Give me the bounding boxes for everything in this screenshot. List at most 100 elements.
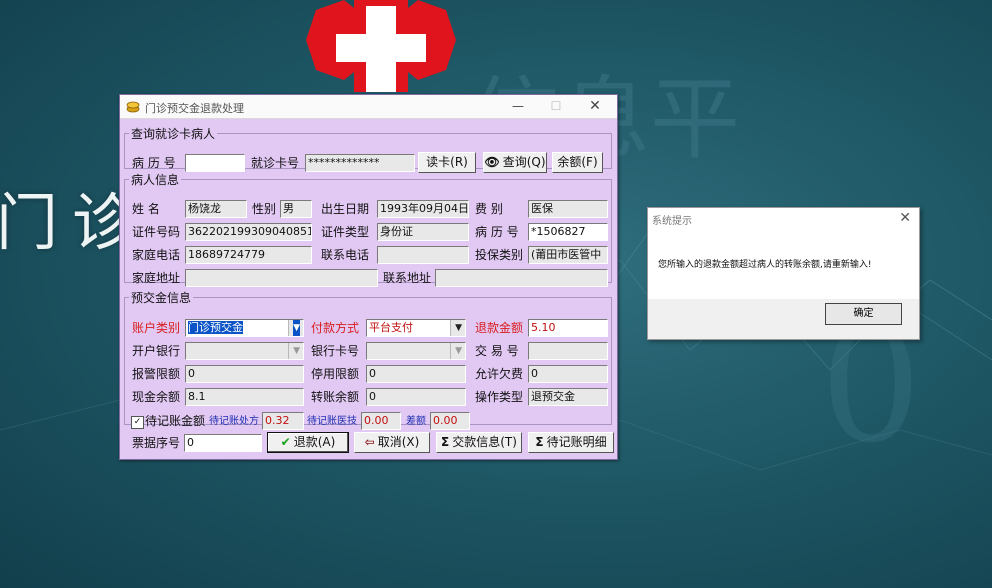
cancel-button-label: 取消(X) <box>377 435 420 449</box>
ok-button[interactable]: 确定 <box>825 303 902 325</box>
id-type-label: 证件类型 <box>321 225 370 239</box>
pending-tech-label: 待记账医技 <box>307 416 357 427</box>
bank-card-label: 银行卡号 <box>311 344 360 358</box>
balance-button[interactable]: 余额(F) <box>552 152 603 173</box>
transfer-balance-field[interactable]: 0 <box>366 388 466 406</box>
patient-info-group: 病人信息 姓 名 杨饶龙 性别 男 出生日期 1993年09月04日 费 别 医… <box>124 171 612 287</box>
account-type-select[interactable]: 门诊预交金 ▼ <box>185 319 304 337</box>
insurance-type-field[interactable]: (莆田市医管中 <box>528 246 608 264</box>
read-card-button[interactable]: 读卡(R) <box>418 152 476 173</box>
message-close-button[interactable]: ✕ <box>899 210 911 226</box>
pending-amount-label: 待记账金额 <box>145 414 206 428</box>
pay-method-select[interactable]: 平台支付 ▼ <box>366 319 466 337</box>
binoculars-icon: 👁 <box>484 155 500 169</box>
title-bar[interactable]: 门诊预交金退款处理 — ☐ ✕ <box>120 95 617 119</box>
home-address-label: 家庭地址 <box>132 271 181 285</box>
pending-amount-checkbox[interactable]: ✓ <box>131 416 144 429</box>
deposit-group-title: 预交金信息 <box>131 291 192 305</box>
minimize-button[interactable]: — <box>504 97 532 116</box>
fee-type-field[interactable]: 医保 <box>528 200 608 218</box>
card-no-label: 就诊卡号 <box>251 156 300 170</box>
system-message-dialog: 系统提示 ✕ 您所输入的退款金额超过病人的转账余额,请重新输入! 确定 <box>647 207 920 340</box>
message-text: 您所输入的退款金额超过病人的转账余额,请重新输入! <box>658 260 872 270</box>
account-type-value: 门诊预交金 <box>188 321 243 334</box>
query-card-group: 查询就诊卡病人 病 历 号 就诊卡号 ************* 读卡(R) 👁… <box>124 125 612 173</box>
contact-phone-field[interactable] <box>377 246 469 264</box>
pending-detail-button-label: 待记账明细 <box>546 435 607 449</box>
search-button-label: 查询(Q) <box>502 155 546 169</box>
receipt-no-label: 票据序号 <box>132 436 181 450</box>
query-group-title: 查询就诊卡病人 <box>131 127 216 141</box>
checkmark-icon: ✔ <box>280 435 291 449</box>
contact-address-field[interactable] <box>435 269 608 287</box>
insurance-type-label: 投保类别 <box>475 248 524 262</box>
gender-field[interactable]: 男 <box>280 200 312 218</box>
diff-field[interactable]: 0.00 <box>430 412 470 430</box>
pending-detail-button[interactable]: Σ 待记账明细 <box>528 432 614 453</box>
fee-type-label: 费 别 <box>475 202 503 216</box>
diff-label: 差额 <box>406 416 426 427</box>
allow-debt-label: 允许欠费 <box>475 367 524 381</box>
pay-method-label: 付款方式 <box>311 321 360 335</box>
patient-group-title: 病人信息 <box>131 173 180 187</box>
home-address-field[interactable] <box>185 269 378 287</box>
op-type-label: 操作类型 <box>475 390 524 404</box>
birth-date-field[interactable]: 1993年09月04日 <box>377 200 469 218</box>
dropdown-arrow-icon: ▼ <box>455 323 462 333</box>
op-type-field[interactable]: 退预交金 <box>528 388 608 406</box>
refund-dialog: 门诊预交金退款处理 — ☐ ✕ 查询就诊卡病人 病 历 号 就诊卡号 *****… <box>119 94 618 460</box>
home-phone-field[interactable]: 18689724779 <box>185 246 312 264</box>
stop-limit-label: 停用限额 <box>311 367 360 381</box>
payment-info-button[interactable]: Σ 交款信息(T) <box>436 432 522 453</box>
trans-no-field[interactable] <box>528 342 608 360</box>
alarm-limit-field[interactable]: 0 <box>185 365 304 383</box>
bank-label: 开户银行 <box>132 344 181 358</box>
pending-tech-field[interactable]: 0.00 <box>361 412 401 430</box>
refund-amount-label: 退款金额 <box>475 321 524 335</box>
transfer-balance-label: 转账余额 <box>311 390 360 404</box>
pay-method-value: 平台支付 <box>369 321 413 334</box>
id-type-field[interactable]: 身份证 <box>377 223 469 241</box>
contact-address-label: 联系地址 <box>383 271 432 285</box>
maximize-button[interactable]: ☐ <box>542 97 570 116</box>
deposit-info-group: 预交金信息 账户类别 门诊预交金 ▼ 付款方式 平台支付 ▼ 退款金额 5.10… <box>124 289 612 430</box>
search-button[interactable]: 👁 查询(Q) <box>483 152 547 173</box>
account-type-label: 账户类别 <box>132 321 181 335</box>
cash-balance-field[interactable]: 8.1 <box>185 388 304 406</box>
payment-info-button-label: 交款信息(T) <box>452 435 517 449</box>
dropdown-arrow-icon: ▼ <box>293 346 300 356</box>
sigma-icon: Σ <box>535 435 544 449</box>
red-cross-logo <box>306 0 456 92</box>
window-title: 门诊预交金退款处理 <box>145 102 244 115</box>
alarm-limit-label: 报警限额 <box>132 367 181 381</box>
pending-rx-field[interactable]: 0.32 <box>262 412 304 430</box>
refund-button[interactable]: ✔ 退款(A) <box>267 432 349 453</box>
app-coins-icon <box>126 101 140 113</box>
birth-date-label: 出生日期 <box>321 202 370 216</box>
refund-button-label: 退款(A) <box>293 435 336 449</box>
stop-limit-field[interactable]: 0 <box>366 365 466 383</box>
bank-card-select[interactable]: ▼ <box>366 342 466 360</box>
refund-amount-input[interactable]: 5.10 <box>528 319 608 337</box>
cash-balance-label: 现金余额 <box>132 390 181 404</box>
pending-rx-label: 待记账处方 <box>209 416 259 427</box>
name-field[interactable]: 杨饶龙 <box>185 200 247 218</box>
contact-phone-label: 联系电话 <box>321 248 370 262</box>
id-no-field[interactable]: 362202199309040851 <box>185 223 312 241</box>
name-label: 姓 名 <box>132 202 160 216</box>
home-phone-label: 家庭电话 <box>132 248 181 262</box>
dropdown-arrow-icon: ▼ <box>455 346 462 356</box>
exit-door-icon: ⇦ <box>364 435 375 449</box>
receipt-no-field[interactable]: 0 <box>184 434 262 452</box>
patient-record-no-label: 病 历 号 <box>475 225 519 239</box>
card-no-input[interactable]: ************* <box>305 154 415 172</box>
cancel-button[interactable]: ⇦ 取消(X) <box>354 432 430 453</box>
message-title: 系统提示 <box>652 216 692 227</box>
record-no-input[interactable] <box>185 154 245 172</box>
allow-debt-field[interactable]: 0 <box>528 365 608 383</box>
close-button[interactable]: ✕ <box>581 97 609 116</box>
patient-record-no-field[interactable]: *1506827 <box>528 223 608 241</box>
sigma-icon: Σ <box>441 435 450 449</box>
id-no-label: 证件号码 <box>132 225 181 239</box>
bank-select[interactable]: ▼ <box>185 342 304 360</box>
